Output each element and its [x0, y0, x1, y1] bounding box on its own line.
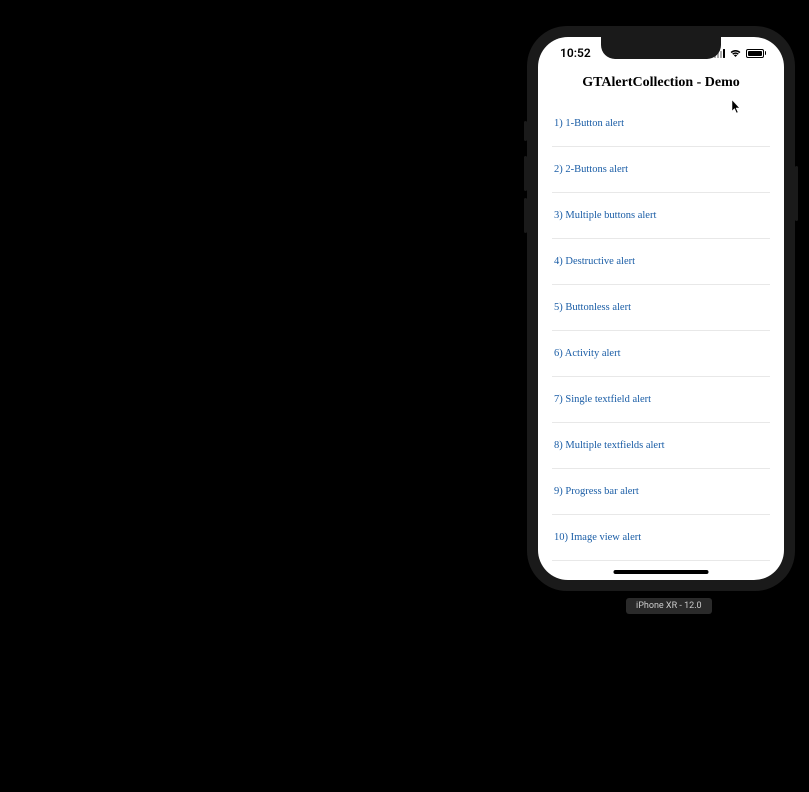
page-title: GTAlertCollection - Demo	[538, 69, 784, 101]
side-button	[524, 156, 527, 191]
list-item-label: 4) Destructive alert	[554, 256, 768, 267]
list-item-label: 2) 2-Buttons alert	[554, 164, 768, 175]
list-item-multiple-textfields-alert[interactable]: 8) Multiple textfields alert	[552, 423, 770, 469]
list-item-destructive-alert[interactable]: 4) Destructive alert	[552, 239, 770, 285]
list-item-label: 5) Buttonless alert	[554, 302, 768, 313]
device-notch	[601, 37, 721, 59]
alert-list[interactable]: 1) 1-Button alert 2) 2-Buttons alert 3) …	[538, 101, 784, 561]
list-item-label: 7) Single textfield alert	[554, 394, 768, 405]
list-item-image-view-alert[interactable]: 10) Image view alert	[552, 515, 770, 561]
list-item-progress-bar-alert[interactable]: 9) Progress bar alert	[552, 469, 770, 515]
list-item-single-textfield-alert[interactable]: 7) Single textfield alert	[552, 377, 770, 423]
side-button	[524, 198, 527, 233]
device-screen: 10:52 GTAlertColl	[538, 37, 784, 580]
status-time: 10:52	[560, 46, 591, 60]
list-item-1-button-alert[interactable]: 1) 1-Button alert	[552, 101, 770, 147]
list-item-label: 9) Progress bar alert	[554, 486, 768, 497]
side-button	[524, 121, 527, 141]
list-item-label: 10) Image view alert	[554, 532, 768, 543]
list-item-label: 8) Multiple textfields alert	[554, 440, 768, 451]
list-item-label: 6) Activity alert	[554, 348, 768, 359]
home-indicator[interactable]	[614, 570, 709, 574]
list-item-2-buttons-alert[interactable]: 2) 2-Buttons alert	[552, 147, 770, 193]
list-item-label: 3) Multiple buttons alert	[554, 210, 768, 221]
side-button	[795, 166, 798, 221]
list-item-activity-alert[interactable]: 6) Activity alert	[552, 331, 770, 377]
battery-icon	[746, 49, 767, 58]
status-icons	[714, 48, 767, 58]
list-item-label: 1) 1-Button alert	[554, 118, 768, 129]
simulator-device-label: iPhone XR - 12.0	[626, 598, 712, 614]
wifi-icon	[729, 48, 742, 58]
device-frame: 10:52 GTAlertColl	[527, 26, 795, 591]
list-item-multiple-buttons-alert[interactable]: 3) Multiple buttons alert	[552, 193, 770, 239]
list-item-buttonless-alert[interactable]: 5) Buttonless alert	[552, 285, 770, 331]
